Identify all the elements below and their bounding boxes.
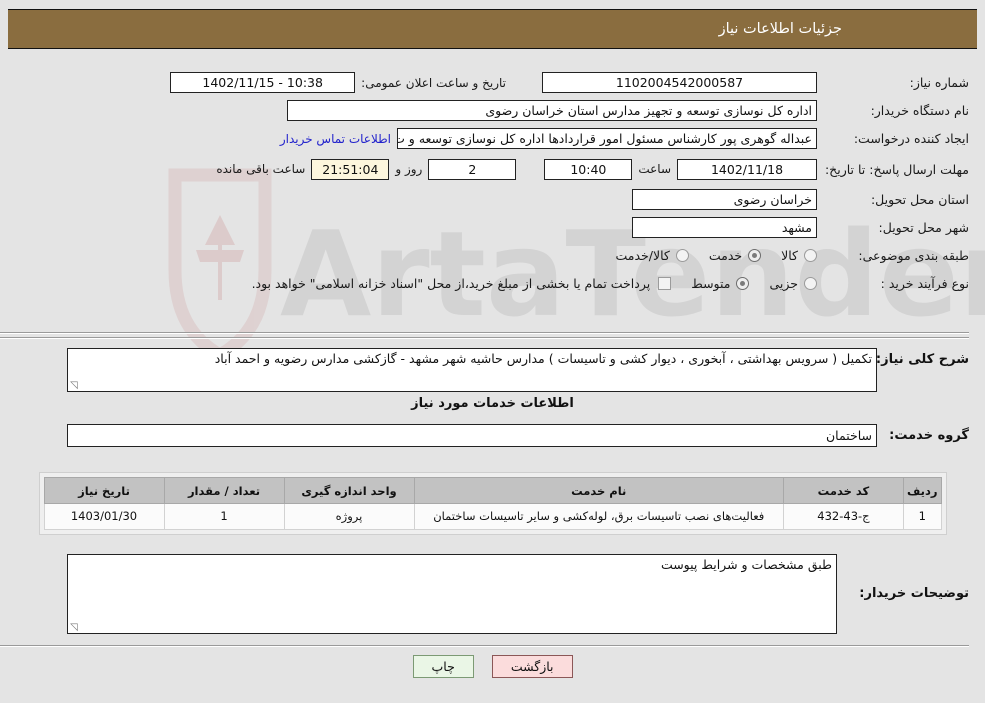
need-number-value: 1102004542000587 — [542, 72, 817, 93]
cell-need-date: 1403/01/30 — [43, 503, 165, 530]
action-buttons: بازگشت چاپ — [0, 655, 985, 678]
radio-item-kala-khedmat[interactable]: کالا/خدمت — [615, 248, 689, 263]
row-province: استان محل تحویل: خراسان رضوی — [8, 187, 977, 212]
cell-index: 1 — [902, 503, 942, 530]
buyer-contact-link[interactable]: اطلاعات تماس خریدار — [274, 132, 397, 146]
province-label: استان محل تحویل: — [870, 192, 969, 207]
radio-jozii-label: جزیی — [769, 276, 798, 291]
back-button[interactable]: بازگشت — [491, 655, 573, 678]
announce-label: تاریخ و ساعت اعلان عمومی: — [361, 75, 506, 90]
service-group-label: گروه خدمت: — [889, 428, 969, 443]
need-number-label: شماره نیاز: — [909, 75, 969, 90]
buyer-org-label: نام دستگاه خریدار: — [870, 103, 969, 118]
buyer-notes-textarea[interactable]: طبق مشخصات و شرایط پیوست ◸ — [67, 554, 837, 634]
radio-jozii-icon[interactable] — [804, 277, 817, 290]
row-buyer-org: نام دستگاه خریدار: اداره کل نوسازی توسعه… — [8, 98, 977, 123]
days-label: روز و — [395, 162, 423, 176]
process-label: نوع فرآیند خرید : — [880, 276, 969, 291]
th-unit: واحد اندازه گیری — [283, 477, 415, 504]
radio-kala-khedmat-label: کالا/خدمت — [615, 248, 670, 263]
treasury-payment-checkbox[interactable] — [658, 277, 672, 290]
service-group-value: ساختمان — [67, 424, 877, 447]
radio-item-jozii[interactable]: جزیی — [769, 276, 817, 291]
city-value: مشهد — [632, 217, 817, 238]
remaining-label: ساعت باقی مانده — [216, 162, 306, 176]
print-button[interactable]: چاپ — [412, 655, 474, 678]
items-table: ردیف کد خدمت نام خدمت واحد اندازه گیری ت… — [43, 477, 942, 530]
radio-item-motevaset[interactable]: متوسط — [691, 276, 750, 291]
category-radio-group: کالا خدمت کالا/خدمت — [595, 248, 817, 263]
hour-label: ساعت — [638, 162, 671, 176]
row-deadline: مهلت ارسال پاسخ: تا تاریخ: 1402/11/18 سا… — [8, 154, 977, 184]
buyer-notes-label: توضیحات خریدار: — [859, 586, 969, 601]
info-panel: شماره نیاز: 1102004542000587 تاریخ و ساع… — [8, 70, 977, 299]
radio-item-kala[interactable]: کالا — [781, 248, 817, 263]
row-category: طبقه بندی موضوعی: کالا خدمت کالا/خدمت — [8, 243, 977, 268]
cell-code: ج-43-432 — [782, 503, 904, 530]
category-label: طبقه بندی موضوعی: — [858, 248, 969, 263]
cell-quantity: 1 — [163, 503, 285, 530]
divider-top-2 — [0, 337, 969, 339]
divider-top — [0, 332, 969, 334]
row-process-type: نوع فرآیند خرید : جزیی متوسط پرداخت تمام… — [8, 271, 977, 296]
th-code: کد خدمت — [782, 477, 904, 504]
th-quantity: تعداد / مقدار — [163, 477, 285, 504]
table-header-row: ردیف کد خدمت نام خدمت واحد اندازه گیری ت… — [43, 477, 942, 504]
page-title: جزئیات اطلاعات نیاز — [718, 21, 842, 37]
days-remaining-value: 2 — [428, 158, 517, 180]
cell-name: فعالیت‌های نصب تاسیسات برق، لوله‌کشی و س… — [413, 503, 784, 530]
items-table-wrapper: ردیف کد خدمت نام خدمت واحد اندازه گیری ت… — [38, 472, 947, 535]
services-section-title: اطلاعات خدمات مورد نیاز — [411, 396, 574, 411]
radio-motevaset-label: متوسط — [691, 276, 731, 291]
city-label: شهر محل تحویل: — [878, 220, 969, 235]
description-label: شرح کلی نیاز: — [875, 352, 969, 367]
page-root: ArtaTender.net جزئیات اطلاعات نیاز شماره… — [0, 0, 985, 703]
province-value: خراسان رضوی — [632, 189, 817, 210]
time-remaining-value: 21:51:04 — [311, 158, 390, 180]
items-table-panel: ردیف کد خدمت نام خدمت واحد اندازه گیری ت… — [8, 472, 977, 535]
row-need-number: شماره نیاز: 1102004542000587 تاریخ و ساع… — [8, 70, 977, 95]
description-value: تکمیل ( سرویس بهداشتی ، آبخوری ، دیوار ک… — [214, 351, 872, 366]
radio-khedmat-label: خدمت — [708, 248, 743, 263]
services-section: اطلاعات خدمات مورد نیاز — [8, 396, 977, 411]
radio-item-khedmat[interactable]: خدمت — [708, 248, 762, 263]
description-textarea[interactable]: تکمیل ( سرویس بهداشتی ، آبخوری ، دیوار ک… — [67, 348, 877, 392]
deadline-date: 1402/11/18 — [677, 158, 817, 180]
buyer-org-value: اداره کل نوسازی توسعه و تجهیز مدارس استا… — [287, 100, 817, 121]
deadline-label: مهلت ارسال پاسخ: تا تاریخ: — [824, 161, 969, 177]
announce-value: 10:38 - 1402/11/15 — [170, 72, 356, 93]
description-panel: شرح کلی نیاز: تکمیل ( سرویس بهداشتی ، آب… — [8, 348, 977, 392]
resize-handle-icon-notes[interactable]: ◸ — [70, 622, 78, 633]
radio-kala-khedmat-icon[interactable] — [675, 249, 689, 262]
creator-label: ایجاد کننده درخواست: — [853, 131, 969, 146]
divider-bottom — [0, 645, 969, 647]
cell-unit: پروژه — [283, 503, 415, 530]
buyer-notes-panel: توضیحات خریدار: طبق مشخصات و شرایط پیوست… — [8, 554, 977, 634]
row-city: شهر محل تحویل: مشهد — [8, 215, 977, 240]
radio-khedmat-icon[interactable] — [748, 249, 762, 262]
service-group-panel: گروه خدمت: ساختمان — [8, 424, 977, 447]
th-index: ردیف — [902, 477, 942, 504]
radio-kala-label: کالا — [781, 248, 798, 263]
table-row: 1 ج-43-432 فعالیت‌های نصب تاسیسات برق، ل… — [43, 503, 942, 530]
buyer-notes-value: طبق مشخصات و شرایط پیوست — [660, 557, 832, 572]
radio-kala-icon[interactable] — [804, 249, 817, 262]
resize-handle-icon[interactable]: ◸ — [70, 380, 78, 391]
process-radio-group: جزیی متوسط پرداخت تمام یا بخشی از مبلغ خ… — [252, 276, 817, 291]
radio-motevaset-icon[interactable] — [736, 277, 750, 290]
page-header: جزئیات اطلاعات نیاز — [8, 9, 977, 49]
creator-value: عبداله گوهری پور کارشناس مسئول امور قرار… — [397, 128, 817, 149]
treasury-payment-text: پرداخت تمام یا بخشی از مبلغ خرید،از محل … — [251, 276, 651, 291]
deadline-time: 10:40 — [544, 158, 633, 180]
th-name: نام خدمت — [413, 477, 784, 504]
th-need-date: تاریخ نیاز — [43, 477, 165, 504]
row-creator: ایجاد کننده درخواست: عبداله گوهری پور کا… — [8, 126, 977, 151]
